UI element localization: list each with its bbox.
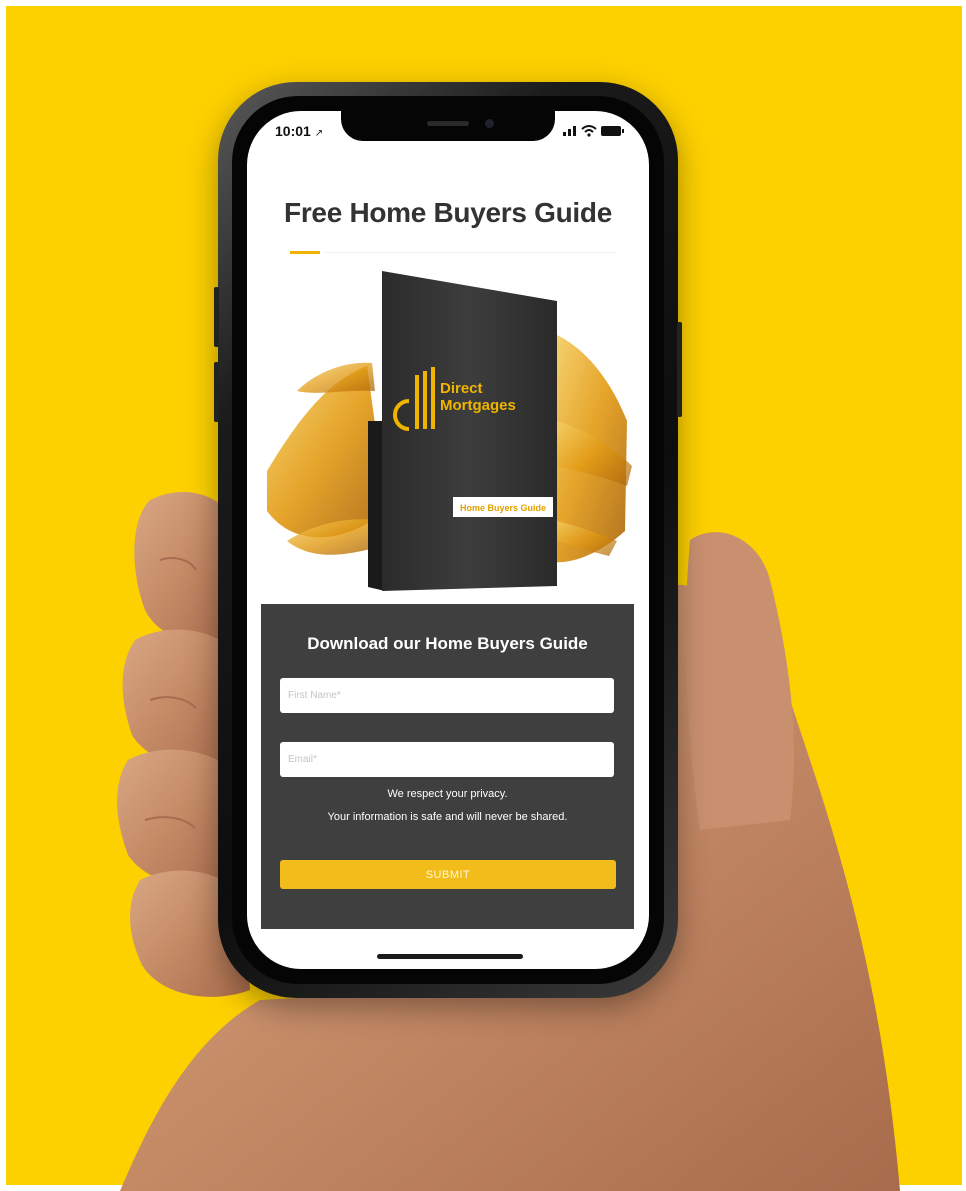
notch xyxy=(341,111,555,141)
page-title: Free Home Buyers Guide xyxy=(284,197,612,228)
title-divider xyxy=(325,252,615,253)
front-camera xyxy=(485,119,494,128)
battery-icon xyxy=(601,126,624,136)
side-button xyxy=(214,287,219,347)
form-title: Download our Home Buyers Guide xyxy=(307,634,588,653)
wifi-icon xyxy=(581,125,597,137)
book-cover-image: Direct Mortgages Home Buyers Guide xyxy=(267,271,632,591)
phone-screen: 10:01 ↗ Free Home Buyers Guide Direct Mo… xyxy=(247,111,649,969)
side-button xyxy=(214,362,219,422)
status-time: 10:01 ↗ xyxy=(275,123,323,139)
side-button xyxy=(677,322,682,417)
status-icons xyxy=(563,123,625,142)
email-input[interactable] xyxy=(280,742,614,777)
phone-frame: 10:01 ↗ Free Home Buyers Guide Direct Mo… xyxy=(214,82,682,998)
submit-button[interactable]: SUBMIT xyxy=(280,860,616,889)
speaker-grille xyxy=(427,121,469,126)
download-form: Download our Home Buyers Guide We respec… xyxy=(261,604,634,929)
location-arrow-icon: ↗ xyxy=(314,128,324,139)
privacy-note-line-2: Your information is safe and will never … xyxy=(327,811,568,823)
title-accent-bar xyxy=(290,251,320,254)
book xyxy=(368,271,557,591)
book-label: Home Buyers Guide xyxy=(460,503,546,513)
status-time-text: 10:01 xyxy=(275,123,311,139)
first-name-input[interactable] xyxy=(280,678,614,713)
brand-line-2: Mortgages xyxy=(440,397,516,414)
signal-icon xyxy=(563,126,576,136)
privacy-note-line-1: We respect your privacy. xyxy=(387,788,508,800)
brand-line-1: Direct xyxy=(440,380,483,397)
home-indicator[interactable] xyxy=(377,954,523,959)
